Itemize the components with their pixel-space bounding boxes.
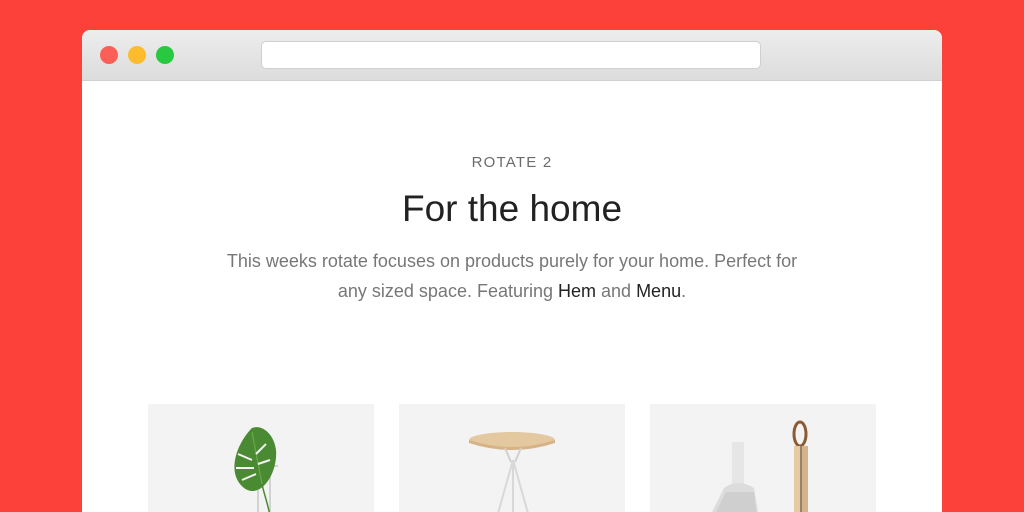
- side-table-icon: [469, 432, 555, 512]
- section-eyebrow: ROTATE 2: [471, 154, 553, 171]
- menu-link[interactable]: Menu: [636, 281, 681, 301]
- dustpan-brush-icon: [712, 420, 808, 512]
- page-title: For the home: [401, 188, 623, 229]
- page-description: This weeks rotate focuses on products pu…: [222, 246, 802, 306]
- product-card-side-table[interactable]: [399, 404, 625, 512]
- close-window-button[interactable]: [100, 46, 118, 64]
- maximize-window-button[interactable]: [156, 46, 174, 64]
- product-card-plant[interactable]: [148, 404, 374, 512]
- title-bar: [82, 30, 942, 81]
- product-card-dustpan[interactable]: [650, 404, 876, 512]
- browser-window: ROTATE 2 For the home This weeks rotate …: [82, 30, 942, 512]
- hem-link[interactable]: Hem: [558, 281, 596, 301]
- description-text: This weeks rotate focuses on products pu…: [226, 251, 798, 301]
- address-bar[interactable]: [261, 41, 761, 69]
- monstera-plant-icon: [234, 427, 278, 512]
- page-content: ROTATE 2 For the home This weeks rotate …: [82, 81, 942, 512]
- description-and: and: [596, 281, 637, 301]
- minimize-window-button[interactable]: [128, 46, 146, 64]
- description-period: .: [681, 281, 687, 301]
